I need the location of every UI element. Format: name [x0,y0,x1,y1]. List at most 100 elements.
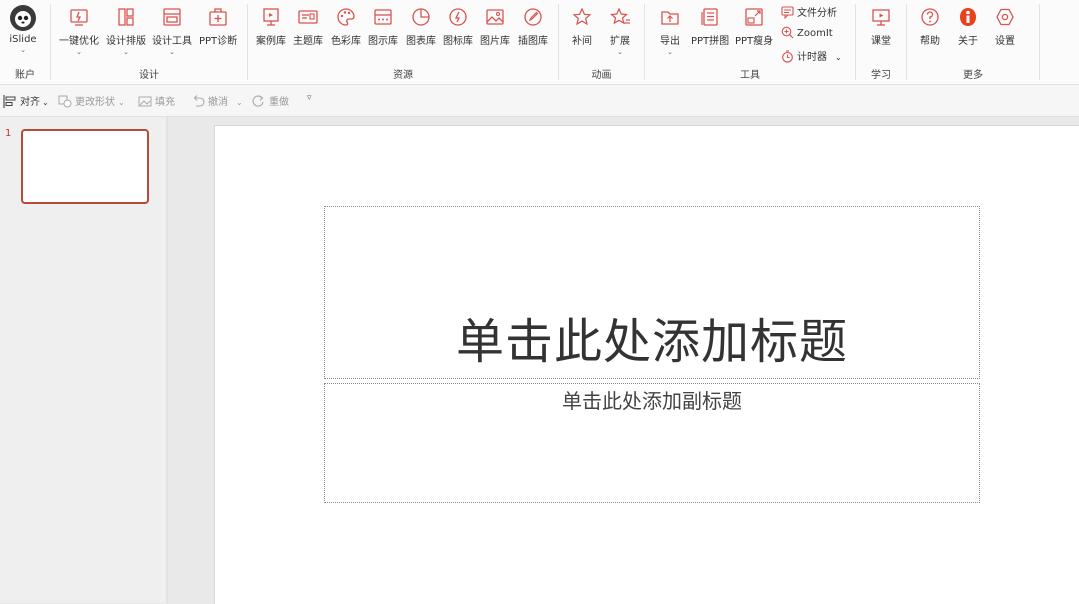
group-label-resources: 资源 [393,70,413,81]
title-placeholder-text: 单击此处添加标题 [455,314,848,370]
image-icon [486,9,504,25]
collage-icon [701,8,718,26]
palette-icon [337,8,355,26]
file-analysis-icon [781,6,794,20]
pie-chart-icon [412,8,430,26]
design-layout-button[interactable]: 设计排版 ⌄ [106,6,146,56]
help-button[interactable]: 帮助 [919,6,941,47]
one-click-optimize-button[interactable]: 一键优化 ⌄ [59,6,99,56]
ppt-slim-button[interactable]: PPT瘦身 [735,6,773,47]
image-library-label: 图片库 [480,36,510,47]
group-design: 一键优化 ⌄ 设计排版 ⌄ 设计工具 ⌄ PPT诊断 设计 [51,0,247,84]
about-label: 关于 [958,36,978,47]
design-layout-label: 设计排版 [106,36,146,47]
slide-thumbnail[interactable] [21,129,149,204]
fill-button[interactable]: 填充 [138,93,175,108]
file-analysis-label: 文件分析 [797,8,837,19]
classroom-button[interactable]: 课堂 [870,6,892,47]
optimize-icon [70,9,88,26]
undo-button[interactable]: 撤消 ⌄ [191,93,243,108]
title-placeholder[interactable]: 单击此处添加标题 [324,206,980,379]
quick-toolbar: 对齐 ⌄ 更改形状 ⌄ 填充 撤消 ⌄ 重做 ▿ [0,85,1079,117]
align-icon [3,95,16,108]
chevron-down-icon: ⌄ [835,53,842,62]
group-tools: 导出 ⌄ PPT拼图 PPT瘦身 文件分析 ZoomIt 计时器 ⌄ 工具 [645,0,855,84]
group-more: 帮助 关于 设置 更多 [907,0,1039,84]
slide[interactable]: 单击此处添加标题 单击此处添加副标题 [214,125,1079,604]
customize-toolbar-button[interactable]: ▿ [307,92,312,103]
editing-canvas: 单击此处添加标题 单击此处添加副标题 [168,117,1079,604]
extend-label: 扩展 [610,36,630,47]
theme-library-icon [298,10,318,24]
export-icon [661,11,679,25]
settings-icon [996,8,1014,26]
align-label: 对齐 [20,97,40,108]
change-shape-button[interactable]: 更改形状 ⌄ [58,93,125,108]
illustration-library-button[interactable]: 插图库 [518,6,548,47]
chevron-down-icon: ⌄ [123,48,129,56]
case-library-label: 案例库 [256,36,286,47]
file-analysis-button[interactable]: 文件分析 [781,4,837,20]
group-animation: 补间 扩展 ⌄ 动画 [559,0,644,84]
export-button[interactable]: 导出 ⌄ [659,6,681,56]
zoomit-button[interactable]: ZoomIt [781,26,833,39]
slim-icon [745,8,763,26]
timer-button[interactable]: 计时器 ⌄ [781,48,842,63]
tween-button[interactable]: 补间 [571,6,593,47]
case-library-icon [263,8,279,26]
icon-library-label: 图标库 [443,36,473,47]
ppt-slim-label: PPT瘦身 [735,36,774,47]
diagram-library-button[interactable]: 图示库 [368,6,398,47]
group-label-learn: 学习 [871,70,891,81]
star-extend-icon [610,7,630,25]
slide-thumbnail-pane: 1 [0,117,166,603]
case-library-button[interactable]: 案例库 [256,6,286,47]
diagnose-icon [209,8,227,26]
icon-library-button[interactable]: 图标库 [443,6,473,47]
settings-button[interactable]: 设置 [994,6,1016,47]
zoomit-label: ZoomIt [797,28,833,39]
star-icon [572,7,592,26]
chevron-down-icon: ⌄ [42,98,49,107]
subtitle-placeholder-text: 单击此处添加副标题 [562,389,742,413]
chevron-down-icon: ⌄ [236,98,243,107]
extend-button[interactable]: 扩展 ⌄ [609,6,631,56]
ppt-collage-label: PPT拼图 [691,36,730,47]
fill-label: 填充 [155,97,175,108]
islide-label: iSlide [9,34,37,45]
theme-library-label: 主题库 [293,36,323,47]
change-shape-label: 更改形状 [75,97,115,108]
fill-icon [138,96,152,107]
color-library-button[interactable]: 色彩库 [331,6,361,47]
tween-label: 补间 [572,36,592,47]
chevron-down-icon: ⌄ [169,48,175,56]
redo-button[interactable]: 重做 [252,93,289,108]
align-button[interactable]: 对齐 ⌄ [3,93,49,108]
diagram-library-icon [374,9,392,25]
zoom-icon [781,26,794,39]
ppt-diagnose-button[interactable]: PPT诊断 [199,6,237,47]
group-label-animation: 动画 [591,70,612,81]
image-library-button[interactable]: 图片库 [480,6,510,47]
design-tools-label: 设计工具 [152,36,192,47]
islide-account-button[interactable]: iSlide ⌄ [9,4,37,54]
brush-icon [524,8,542,26]
color-library-label: 色彩库 [331,36,361,47]
subtitle-placeholder[interactable]: 单击此处添加副标题 [324,383,980,503]
ribbon: iSlide ⌄ 账户 一键优化 ⌄ 设计排版 ⌄ 设计工具 ⌄ PPT诊断 设… [0,0,1079,85]
timer-label: 计时器 [797,52,827,63]
group-resources: 案例库 主题库 色彩库 图示库 图表库 图标库 图片库 插图库 资源 [248,0,558,84]
diagram-library-label: 图示库 [368,36,398,47]
export-label: 导出 [660,36,680,47]
chart-library-button[interactable]: 图表库 [406,6,436,47]
chevron-down-icon: ⌄ [118,98,125,107]
classroom-icon [872,9,890,26]
about-button[interactable]: 关于 [957,6,979,47]
theme-library-button[interactable]: 主题库 [293,6,323,47]
ppt-collage-button[interactable]: PPT拼图 [691,6,729,47]
change-shape-icon [58,95,72,108]
icon-library-icon [449,8,467,26]
customize-dropdown-icon: ▿ [307,93,312,103]
slide-number: 1 [5,128,12,139]
design-tools-button[interactable]: 设计工具 ⌄ [152,6,192,56]
